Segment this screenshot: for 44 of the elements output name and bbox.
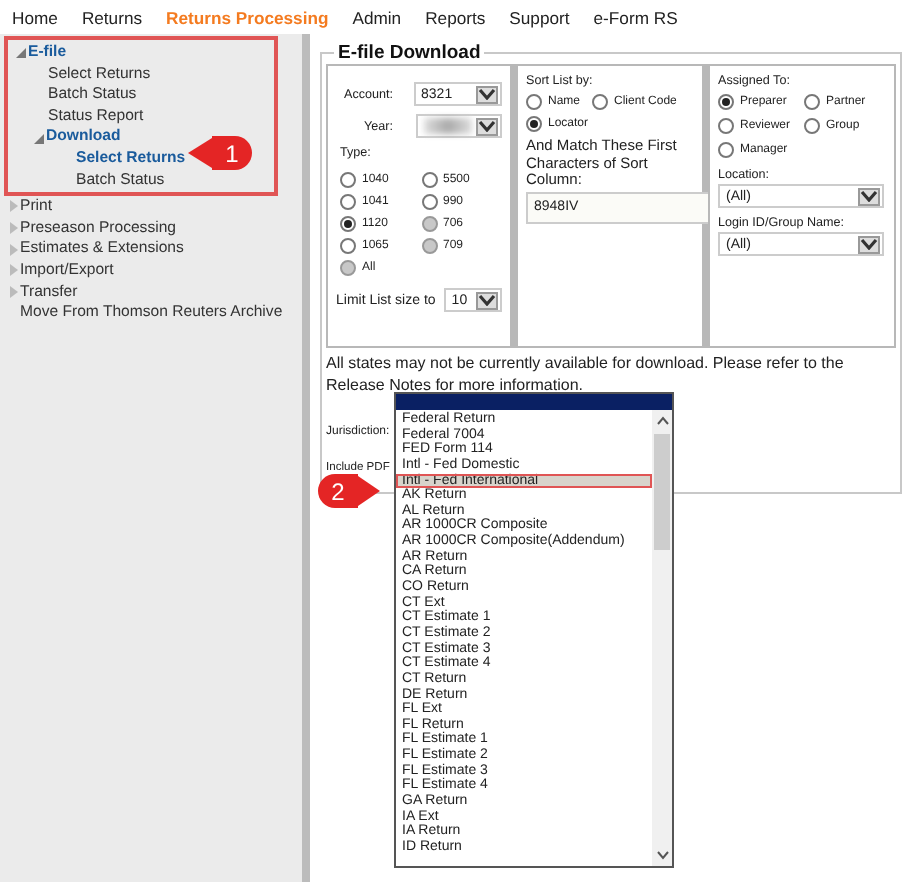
expanded-triangle-icon[interactable] <box>34 131 44 144</box>
radio-button[interactable] <box>804 94 820 110</box>
blurred-value <box>424 118 473 134</box>
caret-icon <box>860 190 878 202</box>
notice-text: All states may not be currently available for download. Please refer to the Release Notes for more information. <box>326 354 846 396</box>
radio-button[interactable] <box>526 94 542 110</box>
dropdown-button[interactable] <box>475 85 498 103</box>
year-select[interactable] <box>416 114 502 138</box>
radio-button[interactable] <box>340 238 356 254</box>
nav-tab[interactable]: e-Form RS <box>593 7 678 27</box>
radio-button[interactable] <box>718 142 734 158</box>
callout-badge: 1 <box>212 136 252 170</box>
scroll-down-icon[interactable] <box>655 850 669 860</box>
jurisdiction-dropdown-menu[interactable] <box>394 392 674 868</box>
dropdown-button[interactable] <box>476 291 498 309</box>
radio-button[interactable] <box>592 94 609 110</box>
callout-pointer-icon <box>188 136 212 170</box>
radio-button[interactable] <box>421 172 437 188</box>
radio-button[interactable] <box>526 116 542 132</box>
caret-icon <box>860 238 878 250</box>
scroll-up-icon[interactable] <box>655 416 669 426</box>
radio-button[interactable] <box>718 118 734 134</box>
radio-button[interactable] <box>804 118 820 134</box>
radio-button[interactable] <box>340 194 356 210</box>
caret-icon <box>477 88 496 100</box>
dropdown-button[interactable] <box>858 187 880 205</box>
caret-icon <box>478 294 496 306</box>
nav-tab[interactable]: Reports <box>425 7 486 27</box>
expanded-triangle-icon[interactable] <box>16 46 26 59</box>
scroll-thumb[interactable] <box>654 434 670 550</box>
nav-tab[interactable]: Home <box>12 7 58 27</box>
panel-title: E-file Download <box>336 42 483 64</box>
nav-tab[interactable]: Admin <box>352 7 402 27</box>
caret-icon <box>478 120 496 132</box>
radio-button[interactable] <box>421 194 437 210</box>
nav-tab[interactable]: Support <box>509 7 570 27</box>
nav-tab[interactable]: Returns <box>81 7 143 27</box>
dropdown-button[interactable] <box>858 235 880 253</box>
callout-pointer-icon <box>358 474 380 508</box>
dropdown-button[interactable] <box>476 117 498 135</box>
radio-button[interactable] <box>340 172 356 188</box>
radio-button[interactable] <box>718 94 734 110</box>
radio-button[interactable] <box>340 216 356 232</box>
scrollbar[interactable] <box>652 410 672 866</box>
